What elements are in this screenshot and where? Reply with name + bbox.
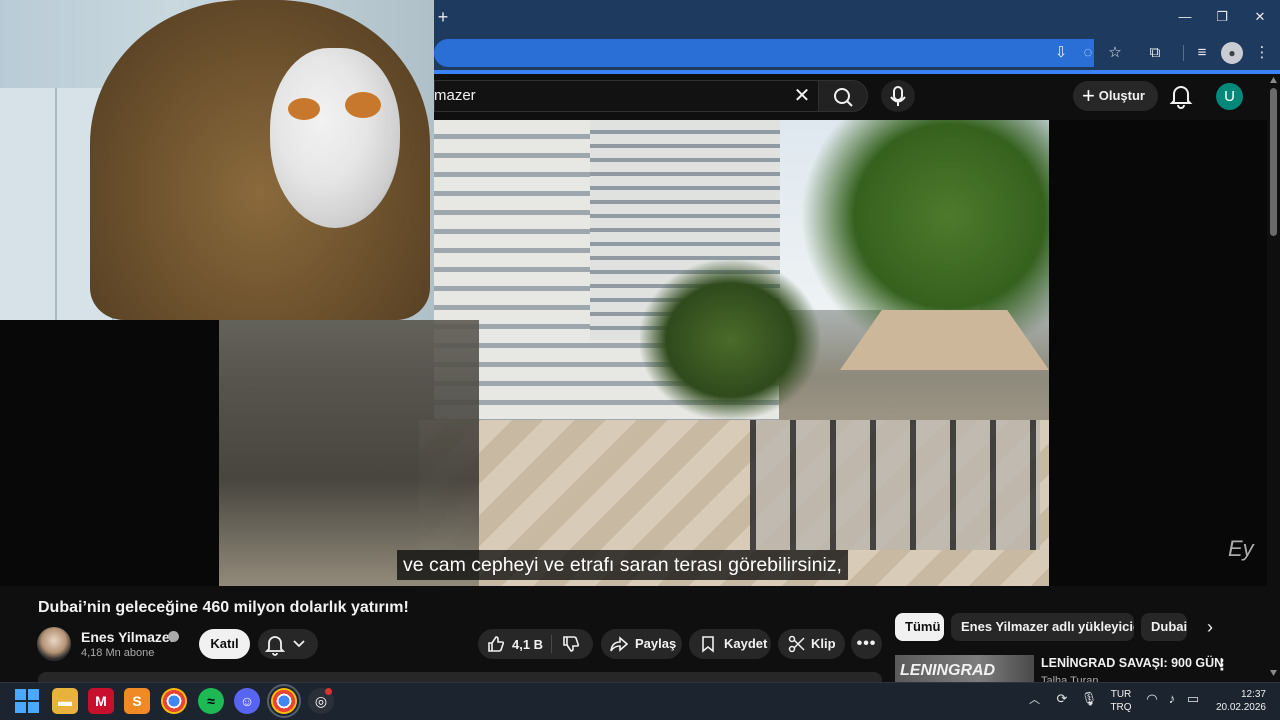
chip-all[interactable]: Tümü [895,613,944,641]
language-code: TUR [1110,689,1132,700]
dislike-icon[interactable] [562,635,580,653]
channel-watermark-logo[interactable]: Ey [1228,536,1254,562]
join-button[interactable]: Katıl [199,629,250,659]
tray-overflow-chevron-icon[interactable]: ︿ [1029,691,1043,706]
subscription-notifications-button[interactable] [258,629,318,659]
close-window-button[interactable]: ✕ [1245,6,1275,28]
like-count[interactable]: 4,1 B [512,637,543,652]
mcafee-icon[interactable]: M [88,688,114,714]
video-title: Dubai’nin geleceğine 460 milyon dolarlık… [38,599,409,616]
extensions-icon[interactable]: ⧉ [1143,41,1167,65]
address-bar[interactable] [434,39,1094,67]
user-avatar[interactable]: U [1216,83,1243,110]
video-scene-plants [640,260,820,420]
system-clock[interactable]: 12:37 20.02.2026 [1212,688,1266,714]
keyboard-layout: TRQ [1110,702,1132,713]
mask-pattern [345,92,381,118]
search-input-value: mazer [434,87,476,104]
battery-icon[interactable]: ▭ [1184,690,1202,708]
like-divider [551,635,552,653]
chip-dubai[interactable]: Dubai [1141,613,1187,641]
video-subtitle: ve cam cepheyi ve etrafı saran terası gö… [397,550,848,580]
bookmark-star-icon[interactable]: ☆ [1103,41,1127,65]
video-scene-chairs [750,420,1040,550]
scissors-icon [788,635,806,653]
description-box[interactable] [38,672,882,682]
channel-name[interactable]: Enes Yilmazer [81,629,175,645]
search-input[interactable] [434,80,824,112]
search-icon [834,88,853,107]
install-app-icon[interactable]: ⇩ [1049,41,1073,65]
toolbar-separator [1183,45,1184,61]
notifications-bell-icon[interactable] [1168,82,1194,110]
subscriber-count: 4,18 Mn abone [81,647,155,659]
chrome-active-icon[interactable] [267,684,301,718]
new-tab-button[interactable]: + [434,7,452,27]
sublime-text-icon[interactable]: S [124,688,150,714]
minimize-button[interactable]: — [1170,6,1200,28]
sync-icon[interactable]: ⟳ [1053,690,1071,708]
scrollbar-thumb[interactable] [1270,88,1277,236]
clock-date: 20.02.2026 [1215,702,1266,713]
thumbnail-text: LENINGRAD [900,662,996,679]
microphone-tray-icon[interactable]: 🎙 [1080,690,1098,708]
browser-menu-icon[interactable]: ⋮ [1250,41,1274,65]
wifi-icon[interactable]: ◠ [1143,690,1161,708]
microphone-icon [890,86,906,106]
spotify-icon[interactable]: ≈ [198,688,224,714]
chevron-right-icon[interactable]: › [1199,615,1221,639]
media-queue-icon[interactable]: ≡ [1190,41,1214,65]
bookmark-icon [699,635,717,653]
more-actions-button[interactable]: ••• [851,629,882,659]
volume-icon[interactable]: ♪ [1163,690,1181,708]
share-arrow-icon [610,635,629,653]
recommended-video-menu-icon[interactable]: ⋮ [1214,656,1230,674]
chip-from-uploader[interactable]: Enes Yilmazer adlı yükleyiciden [951,613,1134,641]
mask-pattern [288,98,320,120]
discord-icon[interactable]: ☺ [234,688,260,714]
video-scene-glass-facade [219,320,479,586]
webcam-overlay [0,0,434,320]
eye-off-icon[interactable]: ◌ [1076,41,1100,65]
channel-avatar[interactable] [37,627,71,661]
recommended-video-title[interactable]: LENİNGRAD SAVAŞI: 900 GÜN [1041,656,1223,670]
file-explorer-icon[interactable]: ▬ [52,688,78,714]
windows-start-icon[interactable] [15,689,39,713]
webcam-person-mask [270,48,400,228]
search-button[interactable] [818,80,868,112]
restore-button[interactable]: ❐ [1207,6,1237,28]
browser-profile-avatar[interactable]: ● [1221,42,1243,64]
chrome-icon[interactable] [161,688,187,714]
plus-icon: + [1082,83,1095,108]
recording-dot-icon [325,688,332,695]
like-icon[interactable] [487,635,505,653]
bell-dropdown-icon [264,636,305,656]
verified-badge-icon [168,631,179,642]
voice-search-button[interactable] [881,80,915,112]
clear-search-icon[interactable]: ✕ [790,84,814,108]
clock-time: 12:37 [1240,689,1266,700]
input-language-indicator[interactable]: TUR TRQ [1108,688,1134,714]
